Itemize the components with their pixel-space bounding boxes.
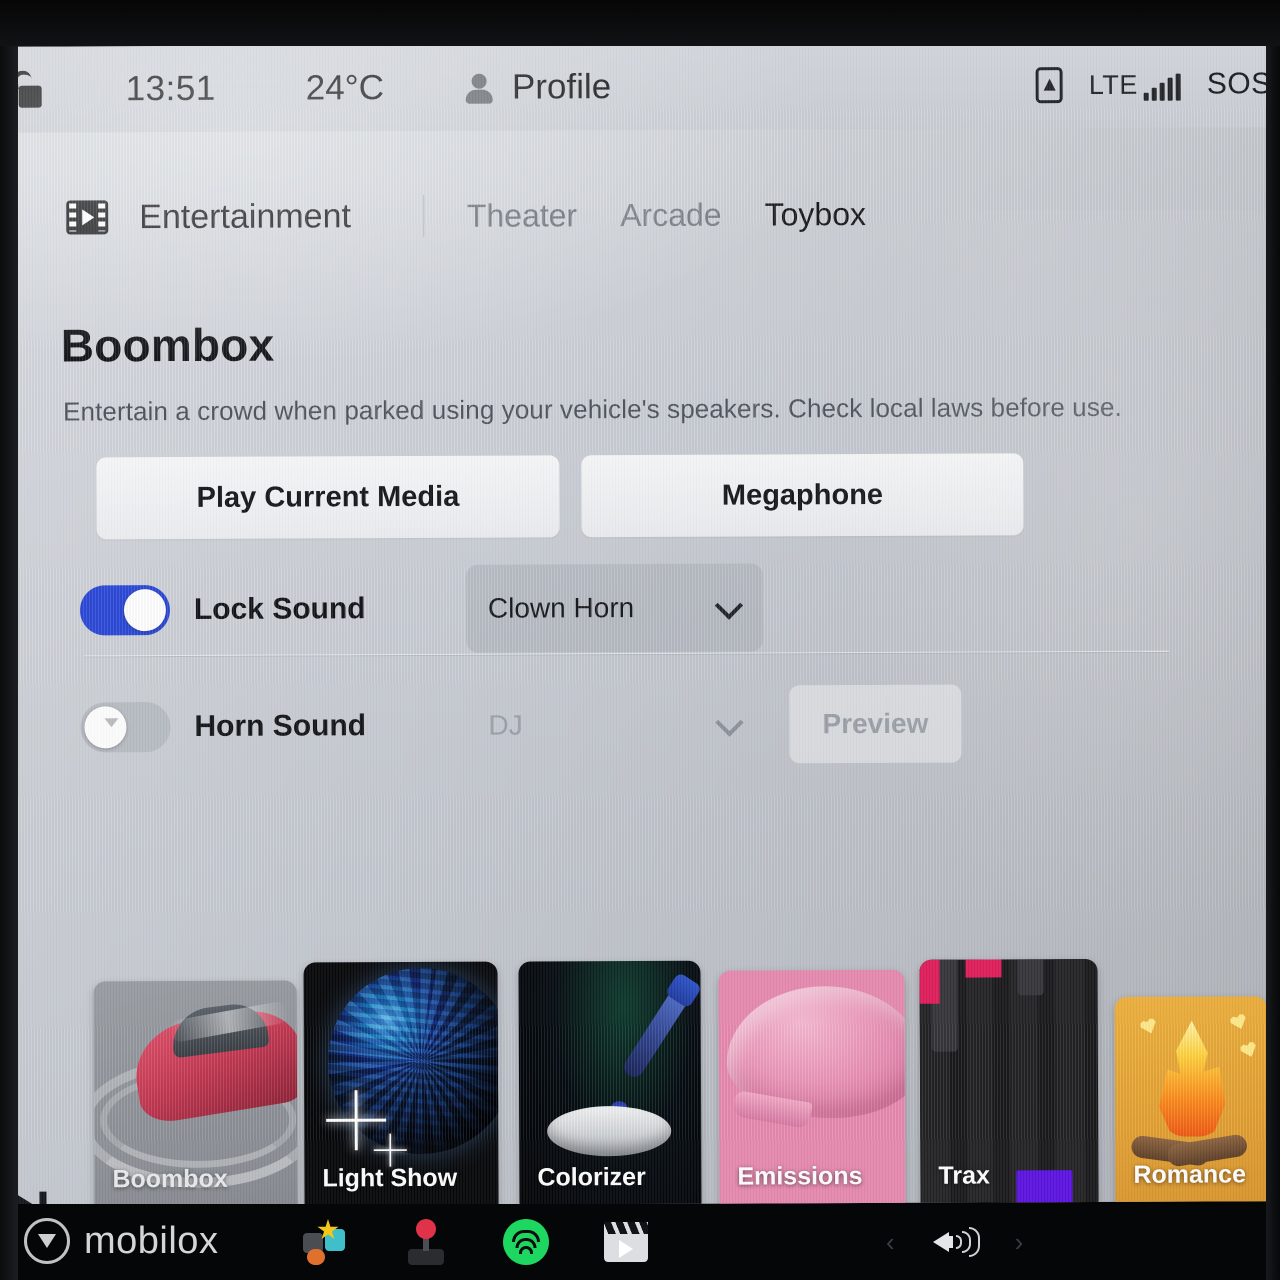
tab-theater[interactable]: Theater: [467, 197, 577, 234]
trax-accent-pink-2: [965, 959, 1002, 978]
eyedropper-art: [620, 989, 690, 1081]
status-bar: 13:51 24°C Profile LTE SOS: [0, 41, 1278, 133]
page-subtitle: Entertain a crowd when parked using your…: [63, 391, 1122, 427]
phone-nav-icon[interactable]: [1035, 67, 1063, 104]
heart-art: [1239, 1040, 1259, 1060]
page-title: Boombox: [60, 318, 275, 372]
app-title-entertainment: Entertainment: [139, 196, 351, 236]
sparkle-art-small: [374, 1134, 407, 1167]
play-current-media-button[interactable]: Play Current Media: [96, 455, 560, 540]
card-romance[interactable]: Romance: [1114, 996, 1268, 1207]
scroll-caret-icon: [104, 718, 119, 728]
spotify-icon: [503, 1219, 549, 1265]
campfire-art: [1143, 1014, 1242, 1136]
card-label: Emissions: [737, 1162, 863, 1191]
sos-button[interactable]: SOS: [1207, 67, 1272, 101]
trax-accent-purple: [1016, 1170, 1073, 1207]
lock-sound-row: Lock Sound Clown Horn: [79, 563, 1280, 653]
entertainment-icon: [604, 1222, 648, 1262]
tab-toybox[interactable]: Toybox: [764, 196, 866, 233]
tesla-touchscreen-photo: 13:51 24°C Profile LTE SOS Entertainment…: [0, 0, 1280, 1280]
horn-sound-toggle[interactable]: [80, 702, 171, 753]
chevron-down-icon: [714, 591, 744, 620]
card-light-show[interactable]: Light Show: [303, 961, 499, 1207]
status-bar-right: LTE SOS: [1035, 66, 1278, 104]
dock-item-spotify[interactable]: [476, 1207, 576, 1277]
card-trax[interactable]: Trax: [919, 959, 1099, 1207]
status-bar-left: 13:51 24°C Profile: [0, 67, 611, 110]
card-label: Light Show: [322, 1163, 458, 1193]
prev-chevron-icon[interactable]: ‹: [886, 1227, 895, 1258]
trax-accent-pink: [919, 959, 940, 1004]
horn-sound-label: Horn Sound: [194, 709, 367, 743]
horn-sound-dropdown-value: DJ: [488, 709, 523, 741]
card-label: Trax: [938, 1161, 990, 1190]
action-button-row: Play Current Media Megaphone: [96, 452, 1279, 540]
horn-sound-dropdown[interactable]: DJ: [466, 680, 763, 769]
megaphone-button[interactable]: Megaphone: [581, 453, 1024, 538]
horn-sound-row: Horn Sound DJ Preview: [80, 683, 1280, 766]
dock-item-arcade[interactable]: [376, 1207, 476, 1277]
flame-art: [1156, 1020, 1229, 1136]
profile-label[interactable]: Profile: [512, 67, 611, 107]
dock-item-entertainment[interactable]: [576, 1207, 676, 1277]
card-label: Boombox: [112, 1164, 228, 1194]
dock-item-toybox[interactable]: [276, 1207, 376, 1277]
network-status[interactable]: LTE: [1088, 69, 1181, 101]
arcade-joystick-icon: [406, 1219, 446, 1265]
tab-arcade[interactable]: Arcade: [620, 196, 722, 233]
device-bezel-right: [1266, 0, 1280, 1280]
toybox-card-strip: Boombox Light Show Colorizer Emissions T…: [1, 921, 1280, 1207]
preview-button[interactable]: Preview: [789, 684, 962, 764]
speaker-volume-icon[interactable]: [932, 1225, 980, 1259]
volume-control-group: ‹ ›: [886, 1225, 1023, 1259]
card-label: Romance: [1133, 1160, 1247, 1189]
next-chevron-icon[interactable]: ›: [1015, 1227, 1024, 1258]
lock-sound-dropdown[interactable]: Clown Horn: [465, 563, 764, 653]
toybox-icon: [303, 1219, 349, 1265]
device-bezel-top: [0, 0, 1280, 46]
film-strip-icon[interactable]: [66, 200, 109, 235]
device-bezel-left: [0, 0, 18, 1280]
screen-surface: 13:51 24°C Profile LTE SOS Entertainment…: [0, 41, 1280, 1207]
outside-temperature[interactable]: 24°C: [306, 68, 384, 108]
boombox-panel: Boombox Entertain a crowd when parked us…: [0, 251, 1280, 767]
entertainment-tab-bar: Entertainment Theater Arcade Toybox: [0, 173, 1278, 257]
clock: 13:51: [125, 68, 216, 109]
paint-puddle-art: [547, 1105, 672, 1157]
chevron-down-icon: [715, 708, 744, 737]
lock-sound-toggle[interactable]: [79, 585, 171, 636]
lock-sound-dropdown-value: Clown Horn: [487, 592, 635, 624]
mobilox-logo-icon: [24, 1218, 70, 1264]
tab-divider: [422, 194, 424, 237]
card-colorizer[interactable]: Colorizer: [518, 960, 702, 1207]
dock-app-icons: [276, 1207, 676, 1277]
mobilox-watermark: mobilox: [24, 1218, 218, 1264]
card-boombox[interactable]: Boombox: [93, 980, 298, 1207]
person-icon[interactable]: [464, 71, 494, 105]
trax-black-key-art: [1017, 959, 1044, 996]
lock-sound-label: Lock Sound: [193, 592, 366, 626]
mobilox-watermark-text: mobilox: [84, 1219, 219, 1262]
signal-bars-icon: [1143, 73, 1181, 101]
card-label: Colorizer: [537, 1162, 646, 1192]
card-emissions[interactable]: Emissions: [718, 969, 906, 1207]
network-label: LTE: [1088, 69, 1138, 100]
